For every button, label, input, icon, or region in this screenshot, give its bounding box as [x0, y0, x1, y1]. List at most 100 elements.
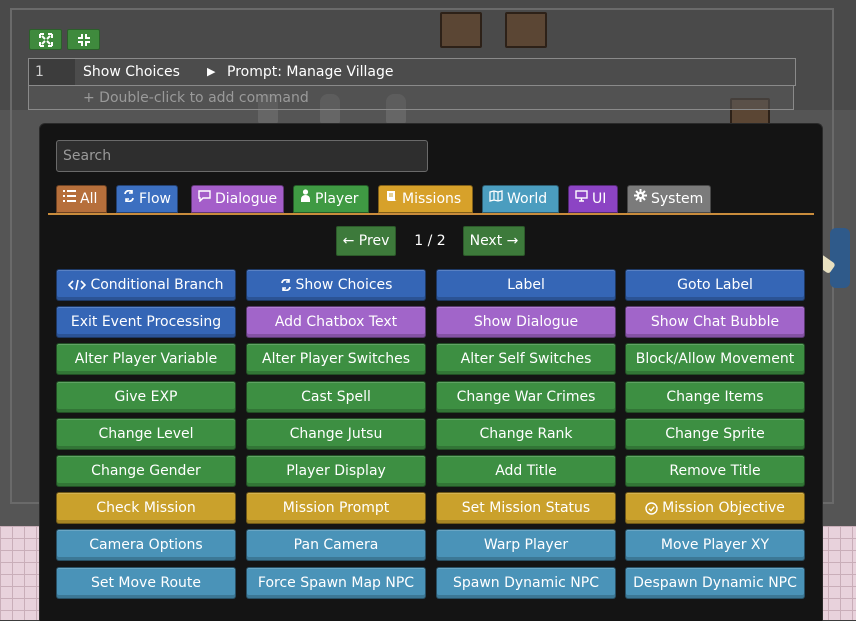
tab-player[interactable]: Player [293, 185, 369, 213]
command-button-label: Conditional Branch [90, 277, 224, 293]
search-input[interactable] [56, 140, 428, 172]
command-button-label: Change Gender [91, 463, 201, 479]
command-button-warp-player[interactable]: Warp Player [436, 529, 616, 561]
command-button-change-rank[interactable]: Change Rank [436, 418, 616, 450]
command-button-label: Exit Event Processing [70, 314, 222, 330]
tab-ui[interactable]: UI [568, 185, 618, 213]
command-button-exit-event-processing[interactable]: Exit Event Processing [56, 306, 236, 338]
flow-icon [123, 186, 135, 212]
command-button-cast-spell[interactable]: Cast Spell [246, 381, 426, 413]
command-button-show-choices[interactable]: Show Choices [246, 269, 426, 301]
command-button-label: Camera Options [89, 537, 203, 553]
command-button-change-jutsu[interactable]: Change Jutsu [246, 418, 426, 450]
list-icon [63, 186, 76, 212]
command-button-camera-options[interactable]: Camera Options [56, 529, 236, 561]
command-button-change-items[interactable]: Change Items [625, 381, 805, 413]
command-button-goto-label[interactable]: Goto Label [625, 269, 805, 301]
collapse-all-button[interactable] [67, 29, 100, 50]
player-sprite-body [830, 228, 850, 288]
next-page-button[interactable]: Next → [463, 226, 525, 256]
command-button-label: Change Jutsu [289, 426, 383, 442]
check-circle-icon [645, 501, 658, 515]
add-command-row[interactable]: + Double-click to add command [28, 86, 794, 110]
expand-icon [38, 32, 53, 47]
command-button-label: Spawn Dynamic NPC [452, 575, 599, 591]
command-button-label: Change Rank [479, 426, 573, 442]
command-button-force-spawn-map-npc[interactable]: Force Spawn Map NPC [246, 567, 426, 599]
tab-flow[interactable]: Flow [116, 185, 178, 213]
command-button-add-chatbox-text[interactable]: Add Chatbox Text [246, 306, 426, 338]
person-icon [300, 186, 311, 212]
command-button-alter-self-switches[interactable]: Alter Self Switches [436, 343, 616, 375]
command-button-set-mission-status[interactable]: Set Mission Status [436, 492, 616, 524]
command-button-label: Despawn Dynamic NPC [633, 575, 797, 591]
tab-label: UI [592, 191, 607, 207]
tab-label: Player [315, 191, 359, 207]
command-button-label: Remove Title [669, 463, 761, 479]
map-icon [489, 186, 503, 212]
tab-system[interactable]: System [627, 185, 711, 213]
command-button-change-sprite[interactable]: Change Sprite [625, 418, 805, 450]
tab-dialogue[interactable]: Dialogue [191, 185, 284, 213]
command-button-label: Change War Crimes [456, 389, 596, 405]
command-line-number: 1 [29, 59, 75, 85]
tab-label: Flow [139, 191, 171, 207]
command-button-remove-title[interactable]: Remove Title [625, 455, 805, 487]
command-button-label: Alter Self Switches [460, 351, 592, 367]
tab-all[interactable]: All [56, 185, 107, 213]
command-button-add-title[interactable]: Add Title [436, 455, 616, 487]
tab-label: All [80, 191, 98, 207]
command-palette: All Flow Dialogue Player Missions World UI Syst… [39, 123, 823, 621]
command-button-label: Goto Label [677, 277, 753, 293]
command-button-label: Cast Spell [301, 389, 371, 405]
command-button-change-gender[interactable]: Change Gender [56, 455, 236, 487]
command-button-label: Alter Player Switches [262, 351, 410, 367]
command-button-player-display[interactable]: Player Display [246, 455, 426, 487]
command-button-show-chat-bubble[interactable]: Show Chat Bubble [625, 306, 805, 338]
command-button-set-move-route[interactable]: Set Move Route [56, 567, 236, 599]
command-row[interactable]: 1 Show Choices ▶ Prompt: Manage Village [28, 58, 796, 86]
command-button-label: Alter Player Variable [74, 351, 218, 367]
speech-icon [198, 186, 211, 212]
command-button-block-allow-movement[interactable]: Block/Allow Movement [625, 343, 805, 375]
tabs-underline [48, 213, 814, 215]
map-furniture [505, 12, 547, 48]
command-detail: Prompt: Manage Village [227, 64, 394, 80]
page-indicator: 1 / 2 [414, 233, 446, 249]
command-button-label: Pan Camera [293, 537, 379, 553]
command-button-label: Show Chat Bubble [650, 314, 780, 330]
command-button-check-mission[interactable]: Check Mission [56, 492, 236, 524]
collapse-icon [77, 33, 90, 46]
command-button-pan-camera[interactable]: Pan Camera [246, 529, 426, 561]
command-button-give-exp[interactable]: Give EXP [56, 381, 236, 413]
command-button-label: Change Level [98, 426, 194, 442]
command-button-label: Mission Objective [662, 500, 785, 516]
tab-label: World [507, 191, 548, 207]
command-button-despawn-dynamic-npc[interactable]: Despawn Dynamic NPC [625, 567, 805, 599]
command-button-label[interactable]: Label [436, 269, 616, 301]
command-button-label: Mission Prompt [282, 500, 390, 516]
command-button-move-player-xy[interactable]: Move Player XY [625, 529, 805, 561]
tab-world[interactable]: World [482, 185, 559, 213]
command-button-label: Change Items [666, 389, 764, 405]
tab-label: System [651, 191, 704, 207]
command-button-change-level[interactable]: Change Level [56, 418, 236, 450]
monitor-icon [575, 186, 588, 212]
command-name: Show Choices [83, 64, 180, 80]
command-button-change-war-crimes[interactable]: Change War Crimes [436, 381, 616, 413]
code-icon [68, 279, 87, 291]
gear-icon [634, 186, 647, 212]
command-button-mission-prompt[interactable]: Mission Prompt [246, 492, 426, 524]
scroll-icon [385, 186, 398, 212]
command-button-alter-player-variable[interactable]: Alter Player Variable [56, 343, 236, 375]
prev-page-button[interactable]: ← Prev [336, 226, 396, 256]
command-button-show-dialogue[interactable]: Show Dialogue [436, 306, 616, 338]
command-button-spawn-dynamic-npc[interactable]: Spawn Dynamic NPC [436, 567, 616, 599]
command-button-conditional-branch[interactable]: Conditional Branch [56, 269, 236, 301]
command-button-alter-player-switches[interactable]: Alter Player Switches [246, 343, 426, 375]
tab-missions[interactable]: Missions [378, 185, 473, 213]
command-button-mission-objective[interactable]: Mission Objective [625, 492, 805, 524]
command-button-label: Check Mission [96, 500, 196, 516]
command-button-label: Warp Player [483, 537, 569, 553]
expand-all-button[interactable] [29, 29, 62, 50]
